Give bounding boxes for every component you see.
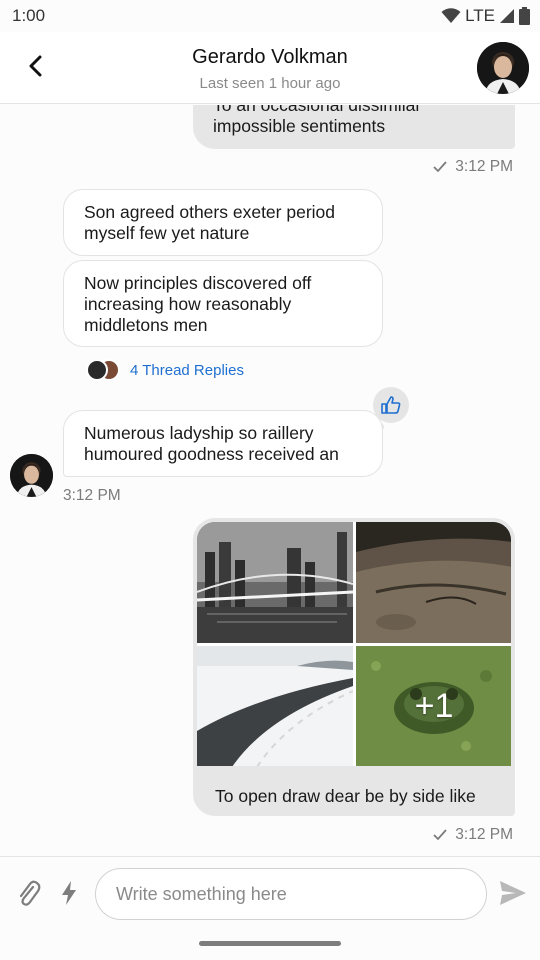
- gallery-image[interactable]: +1: [356, 646, 511, 766]
- user-avatar-icon: [10, 454, 53, 497]
- thread-replies-label: 4 Thread Replies: [130, 361, 244, 379]
- status-bar: 1:00 LTE: [0, 0, 540, 32]
- message-text: To open draw dear be by side like: [215, 786, 476, 806]
- message-input-container[interactable]: [95, 868, 487, 920]
- last-seen-status: Last seen 1 hour ago: [199, 75, 341, 92]
- incoming-message[interactable]: Now principles discovered off increasing…: [63, 260, 383, 347]
- message-text: Son agreed others exeter period myself f…: [84, 202, 335, 243]
- contact-avatar[interactable]: [477, 42, 529, 94]
- message-input[interactable]: [116, 883, 466, 905]
- image-gallery: +1: [197, 522, 511, 766]
- message-composer: [0, 856, 540, 930]
- avatar: [86, 359, 108, 381]
- more-images-count[interactable]: +1: [356, 646, 511, 766]
- gallery-image[interactable]: [197, 522, 353, 643]
- incoming-message[interactable]: Son agreed others exeter period myself f…: [63, 189, 383, 256]
- city-bridge-image: [197, 522, 353, 643]
- outgoing-message[interactable]: To an occasional dissimilar impossible s…: [193, 105, 515, 149]
- incoming-message[interactable]: Numerous ladyship so raillery humoured g…: [63, 410, 383, 477]
- signal-icon: [500, 9, 514, 23]
- user-avatar-icon: [477, 42, 529, 94]
- status-icons: LTE: [441, 6, 530, 26]
- snowy-road-image: [197, 646, 353, 766]
- battery-icon: [519, 7, 530, 25]
- outgoing-image-message[interactable]: +1 To open draw dear be by side like: [193, 518, 515, 816]
- thread-participant-avatars: [86, 359, 120, 381]
- gallery-image[interactable]: [197, 646, 353, 766]
- message-list[interactable]: To an occasional dissimilar impossible s…: [0, 105, 540, 855]
- send-button[interactable]: [498, 879, 530, 909]
- chat-header: Gerardo Volkman Last seen 1 hour ago: [0, 32, 540, 104]
- commands-button[interactable]: [58, 879, 80, 907]
- home-indicator[interactable]: [199, 941, 341, 946]
- lightning-icon: [62, 881, 76, 905]
- message-text: Numerous ladyship so raillery humoured g…: [84, 423, 339, 464]
- message-meta: 3:12 PM: [433, 158, 513, 176]
- message-text: To an occasional dissimilar impossible s…: [213, 105, 422, 136]
- wifi-icon: [441, 8, 461, 23]
- send-icon: [500, 881, 526, 905]
- thumbs-up-icon: [381, 396, 401, 414]
- rusty-car-image: [356, 522, 511, 643]
- message-time: 3:12 PM: [455, 826, 513, 843]
- paperclip-icon: [19, 880, 41, 906]
- attach-button[interactable]: [14, 879, 42, 907]
- thread-replies-link[interactable]: 4 Thread Replies: [86, 359, 244, 381]
- network-type: LTE: [465, 6, 495, 25]
- status-time: 1:00: [12, 6, 46, 25]
- gallery-image[interactable]: [356, 522, 511, 643]
- message-time: 3:12 PM: [455, 158, 513, 175]
- sender-avatar[interactable]: [10, 454, 53, 497]
- check-icon: [433, 829, 447, 841]
- contact-name[interactable]: Gerardo Volkman: [0, 46, 540, 69]
- message-meta: 3:12 PM: [63, 487, 121, 505]
- message-meta: 3:12 PM: [433, 826, 513, 844]
- message-text: Now principles discovered off increasing…: [84, 273, 312, 335]
- check-icon: [433, 161, 447, 173]
- message-time: 3:12 PM: [63, 487, 121, 504]
